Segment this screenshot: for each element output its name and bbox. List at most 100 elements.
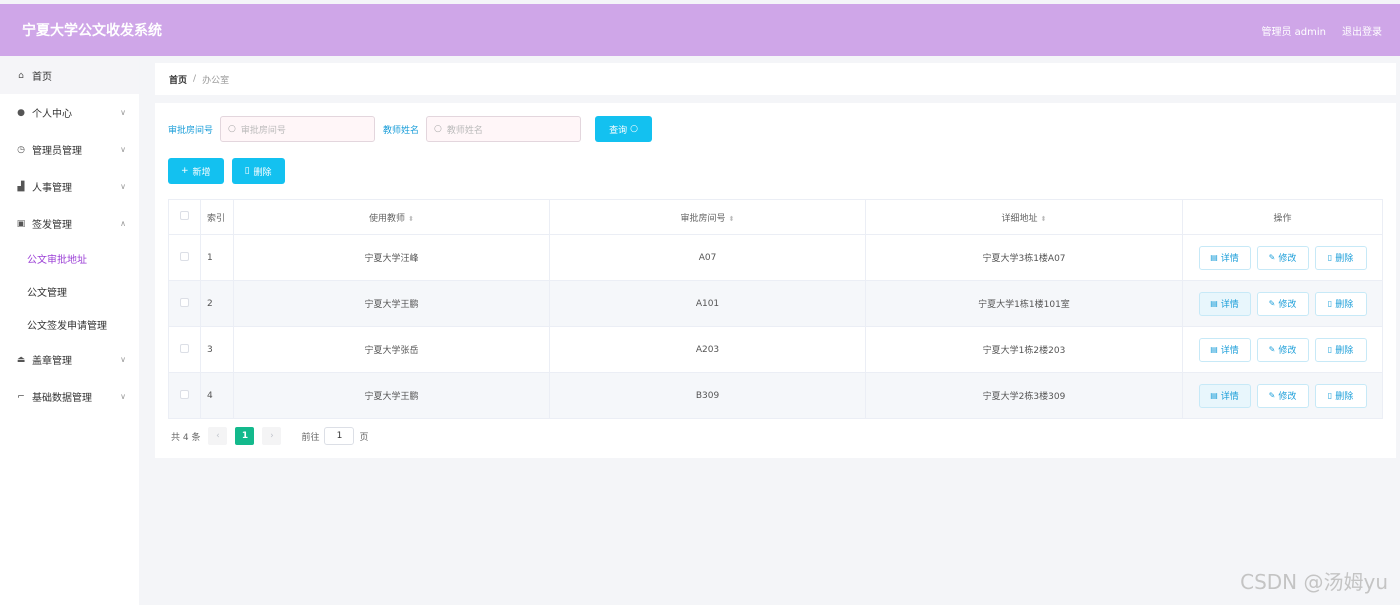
edit-label: 修改 (1278, 300, 1297, 310)
add-button[interactable]: + 新增 (168, 158, 224, 184)
edit-button[interactable]: ✎ 修改 (1256, 337, 1309, 362)
edit-label: 修改 (1278, 254, 1297, 264)
delete-button[interactable]: ▯ 删除 (1314, 291, 1367, 316)
row-checkbox[interactable] (180, 389, 189, 399)
delete-button[interactable]: ▯ 删除 (1314, 337, 1367, 362)
delete-button[interactable]: ▯ 删除 (1314, 383, 1367, 408)
cell-room: A203 (549, 326, 866, 373)
watermark: CSDN @汤姆yu (1240, 570, 1388, 594)
cell-address: 宁夏大学1栋1楼101室 (865, 280, 1183, 327)
room-search-input[interactable]: ○ 审批房间号 (220, 116, 376, 142)
table-row: 1 宁夏大学汪峰 A07 宁夏大学3栋1楼A07 ▤ 详情 ✎ 修改 ▯ 删除 (168, 234, 1383, 281)
crop-icon: ⌐ (17, 391, 25, 402)
next-page-button[interactable]: › (262, 427, 282, 445)
detail-button[interactable]: ▤ 详情 (1198, 245, 1251, 270)
logout-link[interactable]: 退出登录 (1342, 23, 1382, 38)
header-address-label: 详细地址 (1001, 213, 1038, 224)
cell-teacher: 宁夏大学汪峰 (233, 234, 550, 281)
row-check-cell (168, 372, 201, 419)
sidebar-item-issuing[interactable]: ▣ 签发管理 ∧ (0, 205, 139, 242)
sidebar-item-base-data[interactable]: ⌐ 基础数据管理 ∨ (0, 378, 139, 415)
table-row: 4 宁夏大学王鹏 B309 宁夏大学2栋3楼309 ▤ 详情 ✎ 修改 ▯ 删除 (168, 372, 1383, 419)
sidebar-item-label: 管理员管理 (32, 146, 82, 157)
row-checkbox[interactable] (180, 343, 189, 353)
sidebar-item-label: 人事管理 (32, 183, 72, 194)
select-all-cell (168, 199, 201, 235)
header-room[interactable]: 审批房间号 ⬍ (549, 199, 866, 235)
sidebar-subitem-documents[interactable]: 公文管理 (0, 275, 139, 308)
teacher-placeholder: 教师姓名 (446, 125, 483, 136)
chart-icon: ▟ (17, 181, 25, 192)
header-teacher[interactable]: 使用教师 ⬍ (233, 199, 550, 235)
detail-button[interactable]: ▤ 详情 (1198, 337, 1251, 362)
breadcrumb-home[interactable]: 首页 (169, 73, 187, 86)
delete-button[interactable]: ▯ 删除 (1314, 245, 1367, 270)
chevron-down-icon: ∨ (120, 355, 126, 364)
action-bar: + 新增 ▯ 删除 (168, 158, 285, 184)
user-name: 管理员 admin (1261, 26, 1326, 38)
detail-label: 详情 (1220, 346, 1239, 356)
stamp-icon: ⏏ (16, 354, 26, 365)
edit-button[interactable]: ✎ 修改 (1256, 291, 1309, 316)
plus-icon: + (181, 166, 189, 176)
teacher-search-input[interactable]: ○ 教师姓名 (426, 116, 582, 142)
chevron-down-icon: ∨ (120, 145, 126, 154)
query-button[interactable]: 查询 ○ (595, 116, 653, 142)
header-address[interactable]: 详细地址 ⬍ (865, 199, 1183, 235)
chevron-down-icon: ∨ (120, 392, 126, 401)
row-checkbox[interactable] (180, 251, 189, 261)
pencil-icon: ✎ (1268, 391, 1276, 400)
data-table: 索引 使用教师 ⬍ 审批房间号 ⬍ 详细地址 ⬍ 操作 1 宁夏大学汪峰 A07 宁夏… (168, 199, 1383, 419)
breadcrumb-current: 办公室 (202, 75, 230, 86)
sidebar-item-profile[interactable]: ● 个人中心 ∨ (0, 94, 139, 131)
cell-room: B309 (549, 372, 866, 419)
sidebar-subitem-issue-requests[interactable]: 公文签发申请管理 (0, 308, 139, 341)
detail-button[interactable]: ▤ 详情 (1198, 291, 1251, 316)
add-label: 新增 (192, 167, 211, 178)
query-label: 查询 (609, 125, 628, 136)
sidebar-item-label: 盖章管理 (32, 356, 72, 367)
room-label: 审批房间号 (168, 125, 214, 136)
trash-icon: ▯ (1327, 391, 1333, 400)
sidebar-item-admins[interactable]: ◷ 管理员管理 ∨ (0, 131, 139, 168)
chevron-down-icon: ∨ (120, 182, 126, 191)
delete-label: 删除 (1335, 254, 1354, 264)
cell-teacher: 宁夏大学张岳 (233, 326, 550, 373)
select-all-checkbox[interactable] (180, 211, 189, 220)
delete-label: 删除 (253, 167, 272, 178)
goto-page-input[interactable]: 1 (324, 427, 355, 445)
pagination: 共 4 条 ‹ 1 › 前往 1 页 (171, 427, 368, 445)
cell-address: 宁夏大学3栋1楼A07 (865, 234, 1183, 281)
breadcrumb: 首页 / 办公室 (155, 63, 1396, 95)
header-teacher-label: 使用教师 (369, 213, 406, 224)
sidebar-item-label: 基础数据管理 (32, 393, 92, 404)
edit-button[interactable]: ✎ 修改 (1256, 245, 1309, 270)
cell-index: 3 (200, 326, 234, 373)
header-index: 索引 (200, 199, 234, 235)
row-check-cell (168, 234, 201, 281)
sidebar-item-label: 签发管理 (32, 220, 72, 231)
current-page-button[interactable]: 1 (235, 427, 255, 445)
prev-page-button[interactable]: ‹ (208, 427, 228, 445)
teacher-label: 教师姓名 (383, 125, 420, 136)
trash-icon: ▯ (244, 166, 250, 176)
app-title: 宁夏大学公文收发系统 (22, 23, 162, 39)
pencil-icon: ✎ (1268, 299, 1276, 308)
cell-index: 1 (200, 234, 234, 281)
header-room-label: 审批房间号 (680, 213, 726, 224)
edit-button[interactable]: ✎ 修改 (1256, 383, 1309, 408)
sidebar-item-personnel[interactable]: ▟ 人事管理 ∨ (0, 168, 139, 205)
pencil-icon: ✎ (1268, 345, 1276, 354)
bulk-delete-button[interactable]: ▯ 删除 (231, 158, 285, 184)
sidebar-item-home[interactable]: ⌂ 首页 (0, 57, 139, 94)
room-placeholder: 审批房间号 (240, 125, 286, 136)
detail-button[interactable]: ▤ 详情 (1198, 383, 1251, 408)
table-header-row: 索引 使用教师 ⬍ 审批房间号 ⬍ 详细地址 ⬍ 操作 (168, 199, 1383, 235)
row-checkbox[interactable] (180, 297, 189, 307)
page-unit-label: 页 (359, 432, 369, 443)
sidebar-subitem-approval-address[interactable]: 公文审批地址 (0, 242, 139, 275)
sidebar-item-stamps[interactable]: ⏏ 盖章管理 ∨ (0, 341, 139, 378)
document-icon: ▤ (1210, 391, 1218, 400)
total-count: 共 4 条 (171, 432, 201, 443)
pencil-icon: ✎ (1268, 253, 1276, 262)
